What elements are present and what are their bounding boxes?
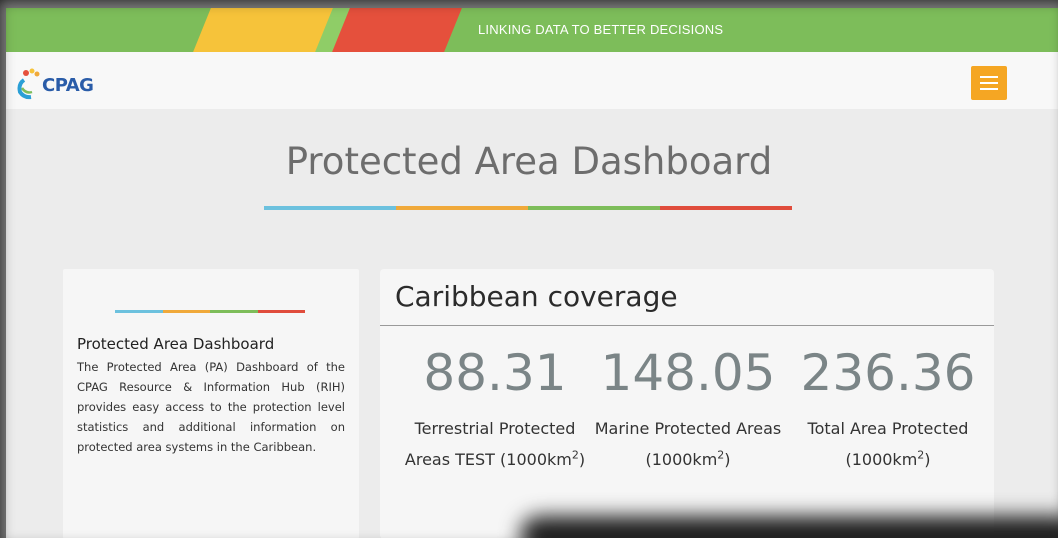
page-title: Protected Area Dashboard xyxy=(285,140,773,183)
stat-label-text: Marine Protected Areas (1000km xyxy=(594,419,782,469)
logo-text: CPAG xyxy=(42,74,94,96)
accent-segment-red xyxy=(257,310,305,313)
navbar: CPAG xyxy=(6,52,1058,109)
stat-value: 148.05 xyxy=(600,344,776,402)
banner-tagline: LINKING DATA TO BETTER DECISIONS xyxy=(478,22,724,37)
coverage-divider xyxy=(380,325,994,326)
stat-label-text: Terrestrial Protected Areas TEST (1000km xyxy=(404,419,576,469)
info-description: The Protected Area (PA) Dashboard of the… xyxy=(77,360,345,454)
banner-stripe-red xyxy=(332,8,462,52)
stat-value: 236.36 xyxy=(800,344,976,402)
hamburger-menu-button[interactable] xyxy=(971,66,1007,100)
stat-unit-superscript: 2 xyxy=(571,448,579,462)
hamburger-menu-icon-line xyxy=(980,82,998,84)
stat-terrestrial: 88.31 Terrestrial Protected Areas TEST (… xyxy=(400,343,590,475)
stat-label: Total Area Protected (1000km2) xyxy=(788,413,988,475)
cpag-logo[interactable]: CPAG xyxy=(16,68,94,102)
accent-segment-blue xyxy=(115,310,163,313)
stat-label-text: Total Area Protected (1000km xyxy=(807,419,969,469)
stat-label-end: ) xyxy=(724,450,731,469)
info-card: Protected Area Dashboard The Protected A… xyxy=(63,269,359,538)
top-banner: LINKING DATA TO BETTER DECISIONS xyxy=(6,8,1058,52)
stat-label: Marine Protected Areas (1000km2) xyxy=(588,413,788,475)
stat-label: Terrestrial Protected Areas TEST (1000km… xyxy=(400,413,590,475)
accent-segment-green xyxy=(210,310,258,313)
title-accent-bar xyxy=(264,206,792,210)
accent-segment-orange xyxy=(162,310,210,313)
stat-label-end: ) xyxy=(578,450,586,469)
hamburger-menu-icon-line xyxy=(980,88,998,90)
accent-segment-blue xyxy=(264,206,396,210)
screenshot-shadow xyxy=(520,516,1058,538)
info-accent-bar xyxy=(115,310,305,313)
accent-segment-red xyxy=(660,206,792,210)
accent-segment-orange xyxy=(396,206,528,210)
coverage-title: Caribbean coverage xyxy=(395,280,678,313)
stat-label-end: ) xyxy=(924,450,931,469)
hamburger-menu-icon xyxy=(980,76,998,78)
stat-marine: 148.05 Marine Protected Areas (1000km2) xyxy=(588,343,788,475)
accent-segment-green xyxy=(528,206,660,210)
info-title: Protected Area Dashboard xyxy=(77,335,275,353)
stat-value: 88.31 xyxy=(423,344,567,402)
coverage-card: Caribbean coverage 88.31 Terrestrial Pro… xyxy=(380,269,994,538)
stat-total: 236.36 Total Area Protected (1000km2) xyxy=(788,343,988,475)
